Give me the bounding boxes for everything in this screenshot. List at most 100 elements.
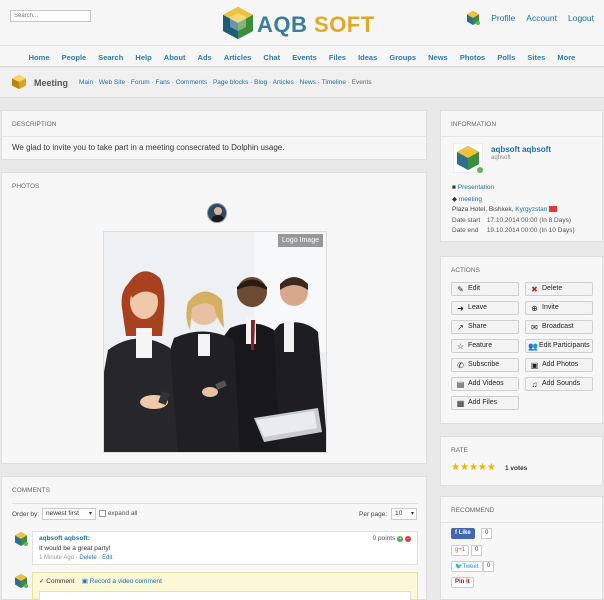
tweet-button[interactable]: 🐦Tweet	[451, 561, 483, 572]
nav-item-events[interactable]: Events	[292, 53, 317, 62]
comment-text: It would be a great party!	[39, 545, 111, 552]
star-icon[interactable]: ★	[460, 462, 469, 473]
subnav-website[interactable]: Web Site	[99, 79, 125, 86]
file-icon: ▦	[456, 399, 465, 408]
comments-box: COMMENTS Order by: newest first ▾ expand …	[1, 476, 427, 600]
per-page-select[interactable]: 10 ▾	[391, 508, 417, 520]
logout-link[interactable]: Logout	[568, 13, 594, 23]
logo-image-label[interactable]: Logo Image	[278, 234, 323, 247]
nav-item-help[interactable]: Help	[135, 53, 151, 62]
add-sounds-button[interactable]: ♫ Add Sounds	[525, 377, 593, 391]
vote-up-icon[interactable]: +	[397, 536, 404, 542]
feature-button[interactable]: ☆ Feature	[451, 339, 519, 353]
date-end-label: Date end	[452, 227, 479, 234]
subnav-page-blocks[interactable]: Page blocks	[213, 79, 248, 86]
nav-item-photos[interactable]: Photos	[460, 53, 485, 62]
star-icon: ☆	[456, 342, 465, 351]
author-avatar-icon[interactable]	[453, 143, 483, 173]
rating-stars[interactable]: ★★★★★	[451, 462, 496, 473]
nav-item-files[interactable]: Files	[329, 53, 346, 62]
google-plus-button[interactable]: g+1	[451, 545, 470, 556]
user-avatar-icon[interactable]	[466, 11, 481, 25]
subnav-news[interactable]: News	[300, 79, 316, 86]
photo-icon: ▣	[530, 361, 539, 370]
nav-item-about[interactable]: About	[164, 53, 186, 62]
comment-time: 1 Minute Ago	[39, 555, 75, 561]
star-icon[interactable]: ★	[469, 462, 478, 473]
video-icon: ▤	[456, 380, 465, 389]
search-input[interactable]	[10, 10, 91, 22]
nav-item-news[interactable]: News	[428, 53, 448, 62]
subnav-blog[interactable]: Blog	[254, 79, 267, 86]
vote-down-icon[interactable]: −	[405, 536, 411, 542]
nav-item-home[interactable]: Home	[29, 53, 50, 62]
site-logo[interactable]: AQB SOFT	[222, 5, 384, 43]
subscribe-icon: ✆	[457, 361, 464, 370]
nav-item-search[interactable]: Search	[98, 53, 123, 62]
country-link[interactable]: Kyrgyzstan	[515, 206, 547, 213]
subnav-main[interactable]: Main	[79, 79, 93, 86]
comment-tab[interactable]: ✓ Comment	[39, 578, 74, 585]
description-text: We glad to invite you to take part in a …	[12, 143, 285, 152]
video-comment-tab[interactable]: ▣ Record a video comment	[82, 578, 162, 585]
tag-link[interactable]: meeting	[459, 196, 482, 203]
subnav-current: Events	[351, 79, 372, 86]
nav-item-groups[interactable]: Groups	[389, 53, 416, 62]
share-button[interactable]: ↗ Share	[451, 320, 519, 334]
category-link[interactable]: Presentation	[458, 184, 495, 191]
leave-icon: ➜	[457, 304, 464, 313]
subnav-comments[interactable]: Comments	[176, 79, 207, 86]
facebook-like-button[interactable]: f Like	[451, 528, 475, 539]
delete-button[interactable]: ✖ Delete	[525, 282, 593, 296]
invite-button[interactable]: ⊕ Invite	[525, 301, 593, 315]
edit-participants-button[interactable]: 👥 Edit Participants	[525, 339, 593, 353]
photos-box: PHOTOS Logo Image	[1, 172, 427, 464]
profile-link[interactable]: Profile	[491, 13, 515, 23]
comment-textarea[interactable]	[39, 591, 411, 600]
add-photos-button[interactable]: ▣ Add Photos	[525, 358, 593, 372]
broadcast-icon: ✉	[531, 323, 538, 332]
subnav-forum[interactable]: Forum	[131, 79, 150, 86]
nav-item-more[interactable]: More	[557, 53, 575, 62]
tag-icon: ◆	[452, 196, 457, 203]
nav-item-ideas[interactable]: Ideas	[358, 53, 377, 62]
add-files-button[interactable]: ▦ Add Files	[451, 396, 519, 410]
nav-item-articles[interactable]: Articles	[224, 53, 252, 62]
logo-text: AQB SOFT	[257, 12, 375, 37]
date-start-value: 17.10.2014 00:00 (In 8 Days)	[486, 217, 572, 224]
subscribe-button[interactable]: ✆ Subscribe	[451, 358, 519, 372]
subnav-timeline[interactable]: Timeline	[322, 79, 346, 86]
expand-all-checkbox[interactable]	[99, 510, 106, 517]
leave-button[interactable]: ➜ Leave	[451, 301, 519, 315]
comment-delete-link[interactable]: Delete	[79, 555, 96, 561]
comment-points: 0 points	[372, 535, 396, 542]
comment-author[interactable]: aqbsoft aqbsoft:	[39, 535, 90, 542]
top-bar: AQB SOFT Profile Account Logout	[0, 0, 604, 45]
account-link[interactable]: Account	[526, 13, 557, 23]
nav-item-polls[interactable]: Polls	[497, 53, 515, 62]
add-videos-button[interactable]: ▤ Add Videos	[451, 377, 519, 391]
subnav-fans[interactable]: Fans	[155, 79, 169, 86]
information-heading: INFORMATION	[441, 111, 602, 137]
star-icon[interactable]: ★	[451, 462, 460, 473]
nav-item-sites[interactable]: Sites	[527, 53, 545, 62]
broadcast-button[interactable]: ✉ Broadcast	[525, 320, 593, 334]
page-title: Meeting	[34, 78, 69, 88]
edit-button[interactable]: ✎ Edit	[451, 282, 519, 296]
subnav-articles[interactable]: Articles	[273, 79, 294, 86]
votes-count: 1 votes	[505, 465, 528, 472]
per-page-label: Per page:	[359, 511, 388, 518]
star-icon[interactable]: ★	[478, 462, 487, 473]
order-by-select[interactable]: newest first ▾	[42, 508, 96, 520]
star-icon[interactable]: ★	[487, 462, 496, 473]
pinterest-button[interactable]: Pin it	[451, 577, 474, 588]
comment-edit-link[interactable]: Edit	[102, 555, 112, 561]
photo-thumbnail[interactable]	[207, 203, 227, 223]
nav-item-ads[interactable]: Ads	[198, 53, 212, 62]
edit-icon: ✎	[457, 285, 464, 294]
nav-item-chat[interactable]: Chat	[263, 53, 280, 62]
author-name[interactable]: aqbsoft aqbsoft	[491, 145, 551, 154]
new-comment-area: ✓ Comment ▣ Record a video comment	[12, 572, 418, 600]
main-photo[interactable]: Logo Image	[103, 231, 327, 453]
nav-item-people[interactable]: People	[62, 53, 87, 62]
